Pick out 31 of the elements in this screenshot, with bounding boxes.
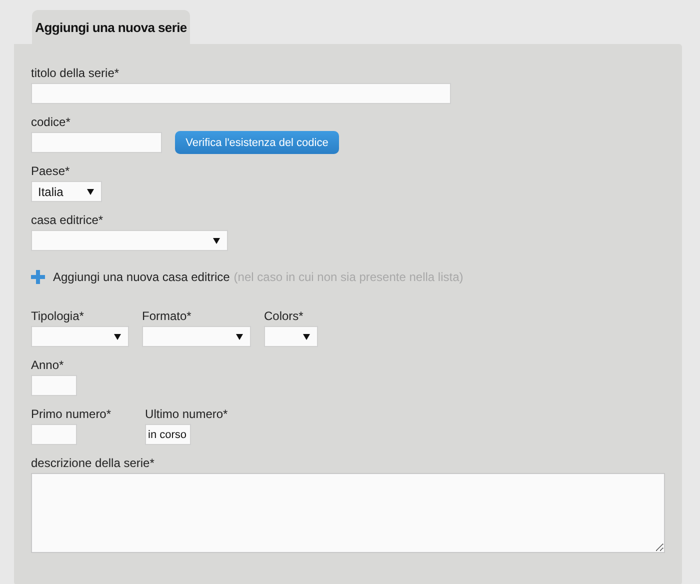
input-field[interactable]: in corso [145,424,192,445]
plus-icon[interactable] [31,270,45,284]
select-field[interactable] [31,326,129,347]
field-label: titolo della serie* [31,66,120,81]
field-label: casa editrice* [31,213,104,228]
select-field[interactable] [31,230,228,251]
select-field[interactable] [142,326,251,347]
caret-icon [87,188,94,194]
field-label: descrizione della serie* [31,456,156,471]
field-label: Primo numero* [31,407,112,422]
field-label: Formato* [142,309,192,324]
add-publisher-link[interactable]: Aggiungi una nuova casa editrice [53,270,230,284]
caret-icon [303,334,310,340]
caret-icon [114,334,121,340]
field-label: Anno* [31,358,65,373]
select-field[interactable]: Italia [31,181,102,202]
select-field[interactable] [264,326,318,347]
verify-button[interactable]: Verifica l'esistenza del codice [175,131,339,154]
input-field[interactable] [31,83,451,104]
field-label: Paese* [31,164,71,179]
input-field[interactable] [31,132,162,153]
field-label: Colors* [264,309,304,324]
textarea-field[interactable] [31,473,665,553]
field-label: Tipologia* [31,309,85,324]
input-field[interactable] [31,375,77,396]
field-label: Ultimo numero* [145,407,228,422]
field-label: codice* [31,115,72,130]
tab[interactable]: Aggiungi una nuova serie [32,10,190,44]
input-field[interactable] [31,424,77,445]
caret-icon [236,334,243,340]
caret-icon [213,238,220,244]
